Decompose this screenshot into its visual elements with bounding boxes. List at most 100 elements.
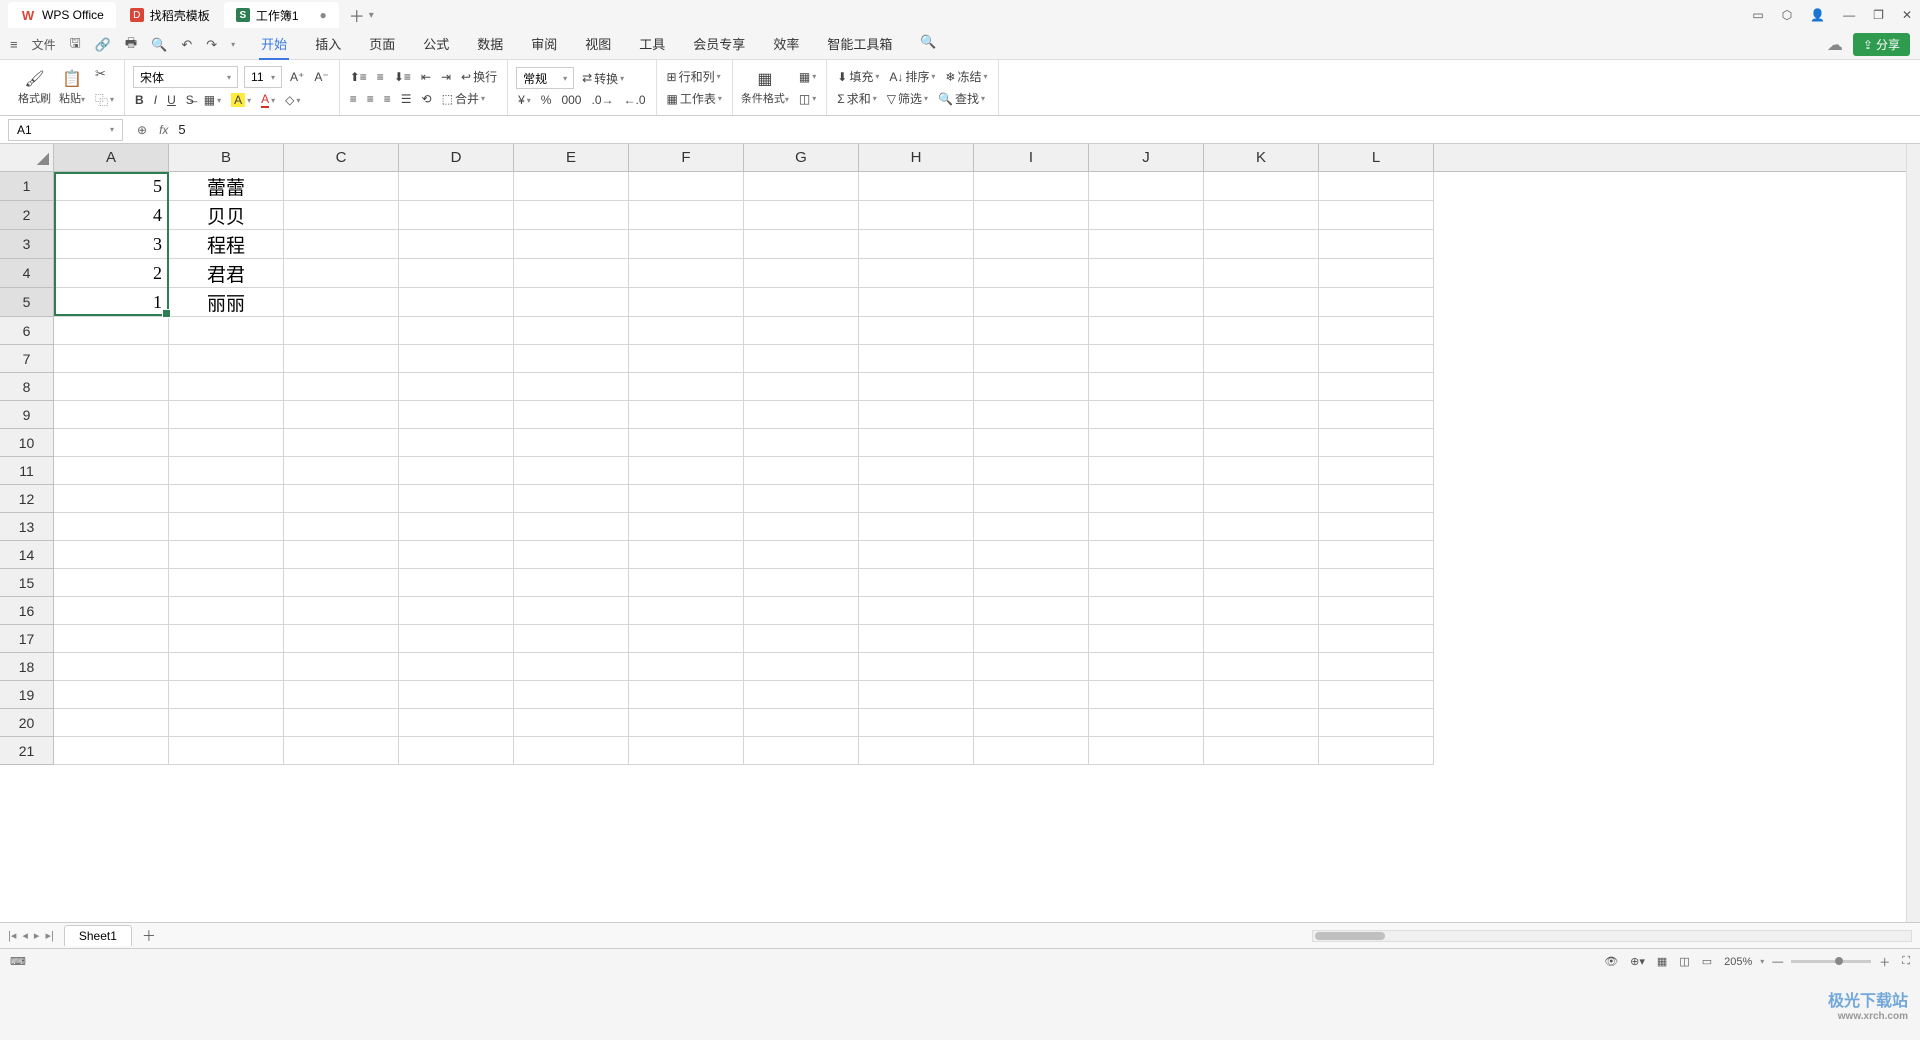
cell-K11[interactable] — [1204, 457, 1319, 485]
cell-A19[interactable] — [54, 681, 169, 709]
cell-C3[interactable] — [284, 230, 399, 259]
cell-L16[interactable] — [1319, 597, 1434, 625]
cell-C6[interactable] — [284, 317, 399, 345]
font-color-button[interactable]: A▾ — [259, 91, 277, 109]
panel-icon[interactable]: ▭ — [1752, 8, 1763, 22]
cell-I1[interactable] — [974, 172, 1089, 201]
cell-B2[interactable]: 贝贝 — [169, 201, 284, 230]
file-menu[interactable]: 文件 — [32, 36, 56, 53]
row-header-13[interactable]: 13 — [0, 513, 53, 541]
rowcol-button[interactable]: ⊞行和列▾ — [665, 67, 723, 86]
cell-F11[interactable] — [629, 457, 744, 485]
zoom-in-icon[interactable]: ＋ — [1879, 954, 1890, 970]
inc-decimal-button[interactable]: .0→ — [589, 92, 615, 108]
formula-input[interactable]: 5 — [178, 122, 185, 137]
currency-button[interactable]: ¥▾ — [516, 92, 533, 108]
sum-button[interactable]: Σ求和▾ — [835, 89, 878, 108]
cell-A20[interactable] — [54, 709, 169, 737]
tab-data[interactable]: 数据 — [475, 29, 505, 60]
cell-E14[interactable] — [514, 541, 629, 569]
col-header-A[interactable]: A — [54, 144, 169, 171]
cell-J14[interactable] — [1089, 541, 1204, 569]
minimize-icon[interactable]: — — [1843, 8, 1855, 22]
cell-J3[interactable] — [1089, 230, 1204, 259]
cell-I10[interactable] — [974, 429, 1089, 457]
col-header-B[interactable]: B — [169, 144, 284, 171]
cell-J21[interactable] — [1089, 737, 1204, 765]
fullscreen-icon[interactable]: ⛶ — [1902, 955, 1910, 968]
eye-icon[interactable]: 👁 — [1604, 955, 1618, 968]
cell-E11[interactable] — [514, 457, 629, 485]
cell-C2[interactable] — [284, 201, 399, 230]
cell-D21[interactable] — [399, 737, 514, 765]
view-normal-icon[interactable]: ▦ — [1657, 955, 1667, 968]
cell-E1[interactable] — [514, 172, 629, 201]
next-sheet-icon[interactable]: ▸ — [34, 929, 40, 942]
cell-C7[interactable] — [284, 345, 399, 373]
row-header-17[interactable]: 17 — [0, 625, 53, 653]
table-style-button[interactable]: ▦▾ — [797, 69, 818, 85]
maximize-icon[interactable]: ❐ — [1873, 8, 1884, 22]
cell-H16[interactable] — [859, 597, 974, 625]
cell-F7[interactable] — [629, 345, 744, 373]
row-header-6[interactable]: 6 — [0, 317, 53, 345]
cell-G18[interactable] — [744, 653, 859, 681]
cell-K7[interactable] — [1204, 345, 1319, 373]
cell-B7[interactable] — [169, 345, 284, 373]
cell-H4[interactable] — [859, 259, 974, 288]
cell-I11[interactable] — [974, 457, 1089, 485]
cell-J7[interactable] — [1089, 345, 1204, 373]
cell-A9[interactable] — [54, 401, 169, 429]
cell-I21[interactable] — [974, 737, 1089, 765]
cell-J6[interactable] — [1089, 317, 1204, 345]
cell-A5[interactable]: 1 — [54, 288, 169, 317]
row-header-7[interactable]: 7 — [0, 345, 53, 373]
cell-C10[interactable] — [284, 429, 399, 457]
tab-close-icon[interactable]: ● — [320, 8, 327, 22]
cell-E5[interactable] — [514, 288, 629, 317]
cell-E20[interactable] — [514, 709, 629, 737]
cell-C20[interactable] — [284, 709, 399, 737]
row-header-10[interactable]: 10 — [0, 429, 53, 457]
cell-L11[interactable] — [1319, 457, 1434, 485]
cell-C1[interactable] — [284, 172, 399, 201]
cell-I3[interactable] — [974, 230, 1089, 259]
cell-G12[interactable] — [744, 485, 859, 513]
cell-H13[interactable] — [859, 513, 974, 541]
cell-B13[interactable] — [169, 513, 284, 541]
qat-dropdown-icon[interactable]: ▾ — [231, 40, 235, 49]
cell-E10[interactable] — [514, 429, 629, 457]
cell-B5[interactable]: 丽丽 — [169, 288, 284, 317]
cell-F14[interactable] — [629, 541, 744, 569]
cell-G11[interactable] — [744, 457, 859, 485]
tab-ai[interactable]: 智能工具箱 — [825, 29, 894, 60]
tab-efficiency[interactable]: 效率 — [771, 29, 801, 60]
cell-H2[interactable] — [859, 201, 974, 230]
cell-F19[interactable] — [629, 681, 744, 709]
cell-I13[interactable] — [974, 513, 1089, 541]
format-painter-button[interactable]: 🖌格式刷 — [18, 69, 51, 106]
cell-E13[interactable] — [514, 513, 629, 541]
align-right-button[interactable]: ≡ — [382, 91, 393, 107]
cell-A12[interactable] — [54, 485, 169, 513]
cell-G2[interactable] — [744, 201, 859, 230]
tab-member[interactable]: 会员专享 — [691, 29, 747, 60]
cell-D19[interactable] — [399, 681, 514, 709]
row-header-21[interactable]: 21 — [0, 737, 53, 765]
cell-G13[interactable] — [744, 513, 859, 541]
cell-L21[interactable] — [1319, 737, 1434, 765]
cell-D3[interactable] — [399, 230, 514, 259]
cell-F18[interactable] — [629, 653, 744, 681]
cell-J9[interactable] — [1089, 401, 1204, 429]
orientation-button[interactable]: ⟲ — [420, 91, 434, 107]
cell-E2[interactable] — [514, 201, 629, 230]
tab-view[interactable]: 视图 — [583, 29, 613, 60]
sort-button[interactable]: A↓排序▾ — [887, 67, 937, 86]
col-header-E[interactable]: E — [514, 144, 629, 171]
cell-E17[interactable] — [514, 625, 629, 653]
cell-G20[interactable] — [744, 709, 859, 737]
cond-format-button[interactable]: ▦条件格式▾ — [741, 69, 789, 106]
cell-D16[interactable] — [399, 597, 514, 625]
col-header-H[interactable]: H — [859, 144, 974, 171]
cell-G21[interactable] — [744, 737, 859, 765]
